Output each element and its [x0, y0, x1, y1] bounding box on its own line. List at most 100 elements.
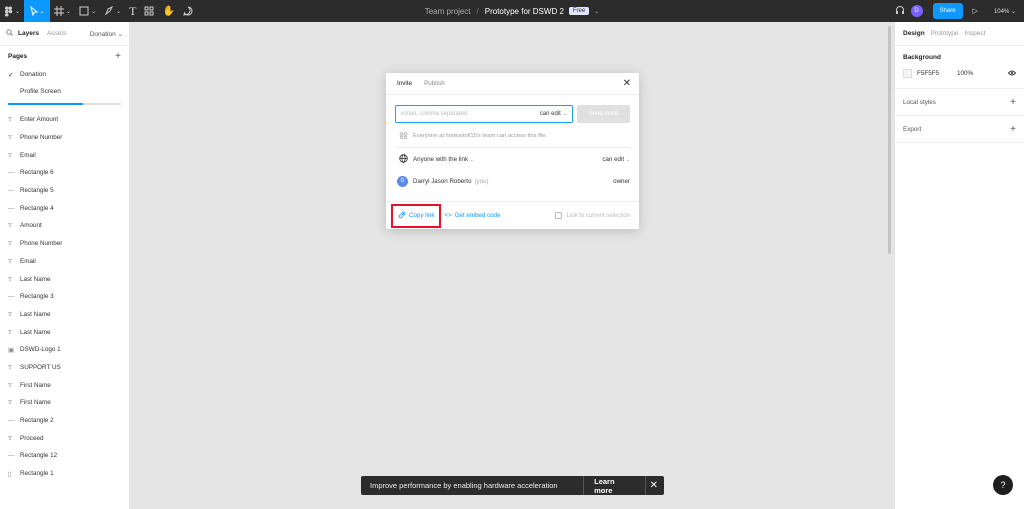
layer-item[interactable]: T SUPPORT US — [0, 359, 129, 377]
layer-item[interactable]: T First Name — [0, 376, 129, 394]
page-dropdown[interactable]: Donation ⌄ — [90, 30, 123, 38]
user-row: D Darryl Jason Roberto (you) owner — [386, 170, 639, 192]
layer-item[interactable]: T Last Name — [0, 323, 129, 341]
invite-row: can edit⌄ Send invite — [386, 95, 639, 123]
eye-icon[interactable] — [1007, 70, 1017, 78]
rectangle-layer-icon: — — [8, 187, 15, 195]
hand-tool-icon[interactable]: ✋ — [158, 0, 178, 22]
text-layer-icon: T — [8, 116, 12, 124]
close-icon[interactable]: ✕ — [646, 480, 664, 491]
text-layer-icon: T — [8, 310, 12, 318]
add-page-icon[interactable]: + — [115, 51, 121, 62]
move-tool-icon[interactable]: ⌄ — [24, 0, 51, 22]
page-dropdown-label: Donation — [89, 30, 116, 38]
tab-prototype[interactable]: Prototype — [931, 30, 959, 37]
user-role: owner — [613, 177, 630, 185]
tab-invite[interactable]: Invite — [397, 80, 412, 87]
user-you-label: (you) — [474, 177, 489, 185]
layer-item[interactable]: T Phone Number — [0, 235, 129, 253]
pages-scrollbar[interactable] — [8, 103, 121, 105]
add-style-icon[interactable]: + — [1010, 97, 1016, 108]
pages-header: Pages + — [0, 46, 129, 66]
pen-tool-icon[interactable]: ⌄ — [100, 0, 125, 22]
present-play-icon[interactable]: ▷ — [973, 7, 978, 15]
text-layer-icon: T — [8, 275, 12, 283]
canvas-scrollbar[interactable] — [888, 26, 891, 254]
shape-tool-icon[interactable]: ⌄ — [75, 0, 100, 22]
layer-item[interactable]: T Last Name — [0, 306, 129, 324]
layer-item[interactable]: — Rectangle 2 — [0, 412, 129, 430]
toolbar-right: D Share ▷ 104% ⌄ — [895, 0, 1024, 22]
layer-name: Rectangle 5 — [20, 187, 54, 195]
embed-code-button[interactable]: <> Get embed code — [444, 212, 500, 219]
layer-name: Amount — [20, 222, 42, 230]
layer-item[interactable]: — Rectangle 4 — [0, 199, 129, 217]
tab-assets[interactable]: Assets — [47, 30, 67, 37]
help-button[interactable]: ? — [993, 475, 1013, 495]
resources-icon[interactable] — [140, 0, 158, 22]
layer-item[interactable]: T Email — [0, 146, 129, 164]
layer-item[interactable]: — Rectangle 3 — [0, 288, 129, 306]
chevron-down-icon[interactable]: ⌄ — [594, 8, 599, 15]
link-current-selection[interactable]: Link to current selection — [554, 212, 630, 219]
headphones-icon[interactable] — [895, 5, 905, 17]
search-icon[interactable] — [6, 29, 13, 38]
page-item-profile-screen[interactable]: Profile Screen — [0, 83, 129, 100]
team-name[interactable]: Team project — [425, 7, 471, 16]
layer-item[interactable]: — Rectangle 6 — [0, 164, 129, 182]
email-input[interactable] — [401, 111, 540, 117]
close-icon[interactable]: ✕ — [623, 78, 631, 89]
chevron-down-icon: ⌄ — [562, 111, 567, 117]
modal-footer: Copy link <> Get embed code Link to curr… — [386, 201, 639, 229]
background-title: Background — [903, 54, 941, 61]
background-hex[interactable]: F5F5F5 — [917, 70, 939, 77]
text-tool-icon[interactable]: T — [125, 0, 140, 22]
rectangle-layer-icon: — — [8, 204, 15, 212]
add-export-icon[interactable]: + — [1010, 124, 1016, 135]
invite-permission-dropdown[interactable]: can edit ⌄ — [540, 111, 567, 117]
link-current-checkbox[interactable] — [554, 212, 562, 219]
layer-item[interactable]: T Phone Number — [0, 129, 129, 147]
file-name[interactable]: Prototype for DSWD 2 — [485, 7, 564, 16]
background-swatch[interactable] — [903, 69, 912, 78]
layer-item[interactable]: — Rectangle 5 — [0, 182, 129, 200]
layer-item[interactable]: T Enter Amount — [0, 111, 129, 129]
link-current-label: Link to current selection — [566, 212, 630, 219]
link-access-dropdown[interactable]: Anyone with the link ⌄ — [413, 156, 474, 163]
check-icon: ✓ — [8, 71, 14, 79]
page-item-donation[interactable]: ✓ Donation — [0, 66, 129, 83]
tab-layers[interactable]: Layers — [18, 30, 39, 37]
team-icon — [399, 131, 413, 141]
layer-item[interactable]: ▯ Rectangle 1 — [0, 465, 129, 483]
learn-more-button[interactable]: Learn more — [584, 477, 645, 495]
zoom-level[interactable]: 104% ⌄ — [994, 8, 1016, 15]
send-invite-button[interactable]: Send invite — [577, 105, 630, 123]
layer-item[interactable]: ▣ DSWD-Logo 1 — [0, 341, 129, 359]
tab-inspect[interactable]: Inspect — [965, 30, 986, 37]
layer-name: Email — [20, 257, 36, 265]
export-title: Export — [903, 125, 922, 133]
layer-item[interactable]: T Proceed — [0, 429, 129, 447]
tab-publish[interactable]: Publish — [424, 80, 445, 87]
avatar[interactable]: D — [910, 5, 923, 17]
background-opacity[interactable]: 100% — [957, 70, 973, 77]
link-permission-dropdown[interactable]: can edit ⌄ — [602, 156, 630, 163]
layer-item[interactable]: T First Name — [0, 394, 129, 412]
layer-item[interactable]: T Amount — [0, 217, 129, 235]
share-button[interactable]: Share — [932, 3, 963, 19]
chevron-down-icon: ⌄ — [469, 156, 474, 163]
layer-name: Last Name — [20, 310, 51, 318]
layers-list: T Enter Amount T Phone Number T Email — Rectang… — [0, 107, 129, 482]
frame-tool-icon[interactable]: ⌄ — [50, 0, 75, 22]
layer-item[interactable]: T Last Name — [0, 270, 129, 288]
layer-item[interactable]: T Email — [0, 253, 129, 271]
scrollbar-thumb[interactable] — [8, 103, 83, 105]
tab-design[interactable]: Design — [903, 30, 925, 37]
toolbar: ⌄ ⌄ ⌄ ⌄ ⌄ T ✋ Team project / Prototype f… — [0, 0, 1024, 22]
layer-name: First Name — [20, 381, 51, 389]
comment-tool-icon[interactable] — [179, 0, 197, 22]
layer-name: Phone Number — [20, 240, 63, 248]
copy-link-button[interactable]: Copy link — [391, 203, 442, 228]
layer-item[interactable]: — Rectangle 12 — [0, 447, 129, 465]
figma-menu-icon[interactable]: ⌄ — [0, 0, 24, 22]
